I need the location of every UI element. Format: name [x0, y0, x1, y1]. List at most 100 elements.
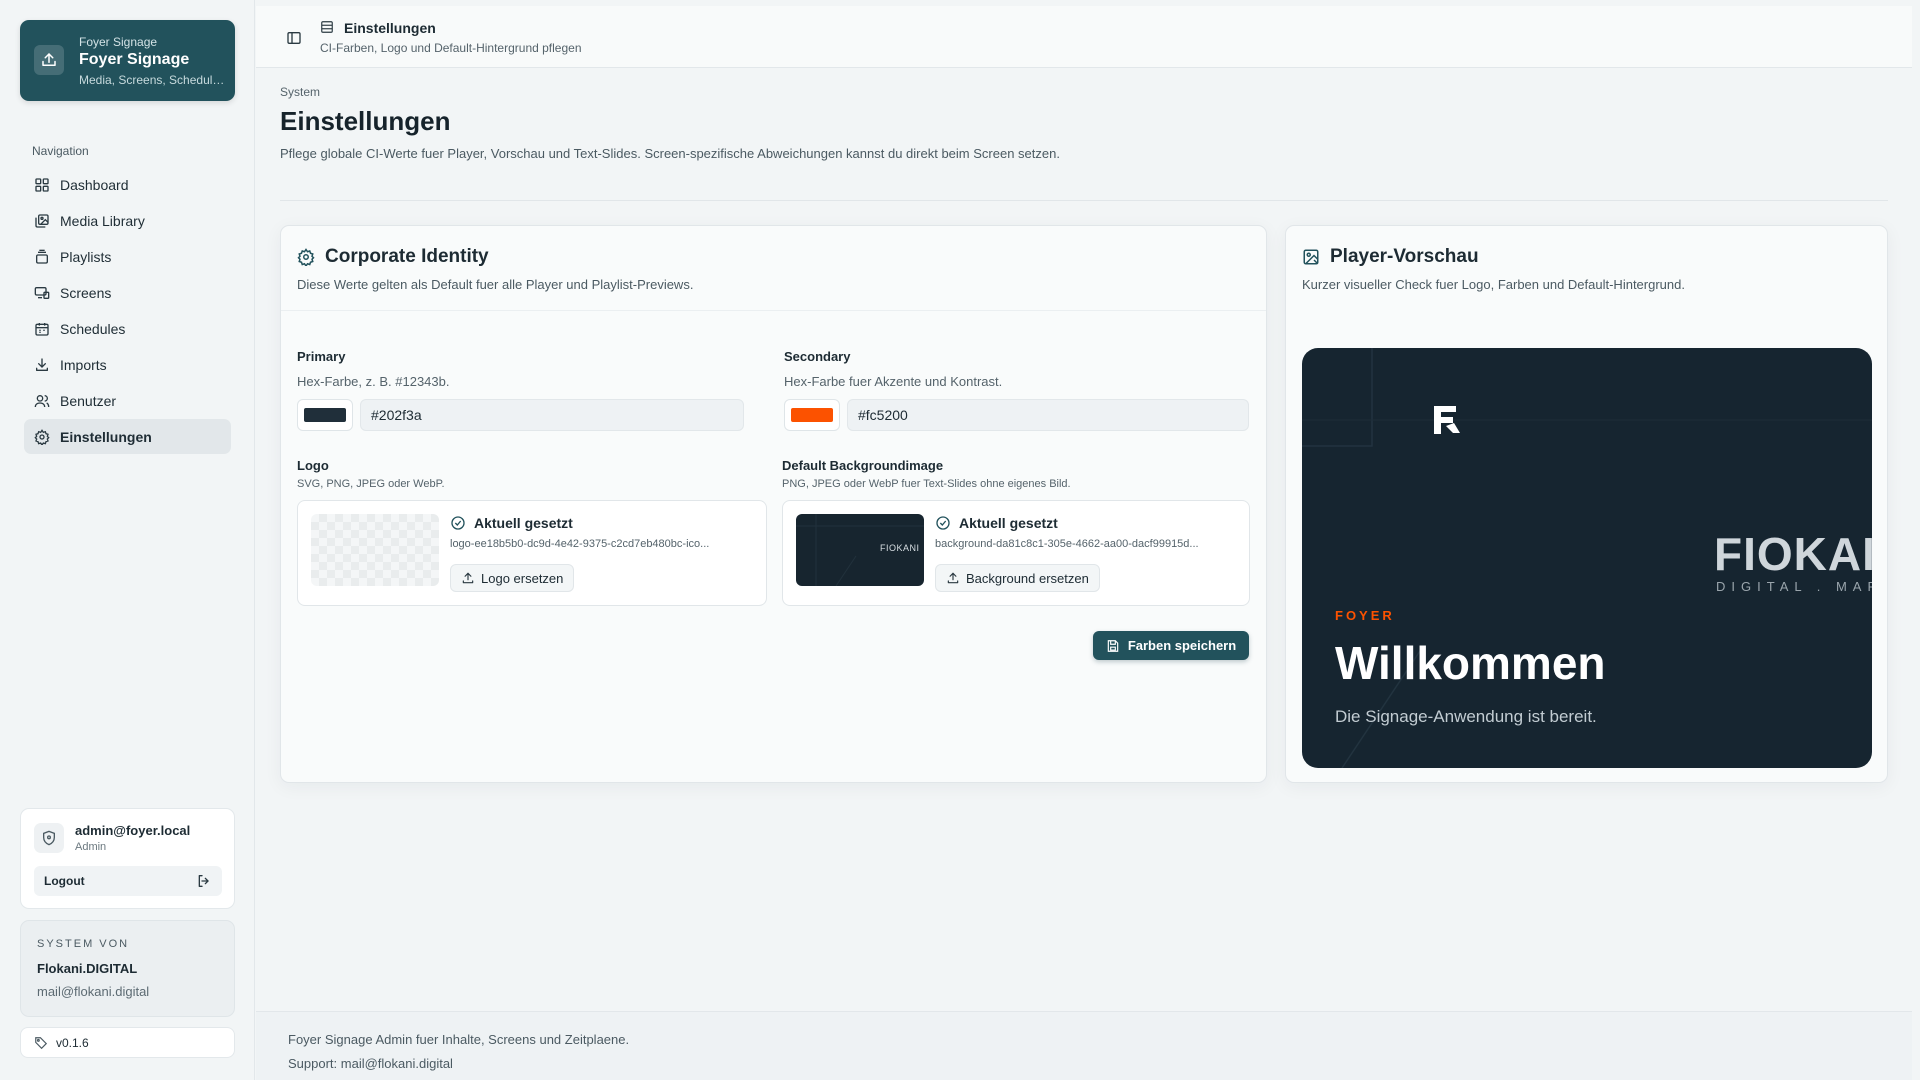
playlists-icon [36, 249, 48, 264]
dashboard-icon [35, 177, 49, 192]
tag-icon [35, 1036, 48, 1049]
primary-label: Primary [297, 349, 346, 364]
sidebar-item-label: Schedules [60, 320, 126, 337]
sidebar-item-label: Dashboard [60, 176, 129, 193]
preview-brand-tag: DIGITAL . MARK [1716, 579, 1872, 594]
brand-subtitle: Media, Screens, Schedul… [79, 73, 225, 87]
imports-icon [36, 357, 48, 371]
schedules-icon [35, 322, 49, 336]
footer-text: Foyer Signage Admin fuer Inhalte, Screen… [288, 1032, 630, 1047]
preview-title: Player-Vorschau [1330, 246, 1479, 267]
replace-background-label: Background ersetzen [966, 570, 1089, 586]
save-colors-label: Farben speichern [1127, 638, 1237, 653]
secondary-label: Secondary [784, 349, 851, 364]
brand-title: Foyer Signage [79, 51, 190, 68]
users-icon [34, 394, 50, 407]
check-circle-icon [451, 516, 465, 530]
player-preview-stage: FIOKAI DIGITAL . MARK FOYER Willkommen D… [1302, 348, 1872, 768]
divider [281, 310, 1266, 311]
logout-button[interactable]: Logout [34, 866, 222, 896]
background-thumbnail: FIOKANI [796, 514, 924, 586]
system-card: SYSTEM VON Flokani.DIGITAL mail@flokani.… [20, 920, 235, 1017]
media-library-icon [35, 213, 49, 228]
background-hint: PNG, JPEG oder WebP fuer Text-Slides ohn… [782, 478, 1071, 490]
save-colors-button[interactable]: Farben speichern [1093, 631, 1249, 660]
system-label: SYSTEM VON [37, 938, 130, 950]
system-mail[interactable]: mail@flokani.digital [37, 984, 149, 999]
save-icon [1107, 639, 1119, 652]
corporate-identity-card: Corporate Identity Diese Werte gelten al… [280, 225, 1267, 783]
logo-label: Logo [297, 458, 329, 473]
logo-file-name: logo-ee18b5b0-dc9d-4e42-9375-c2cd7eb480b… [450, 538, 710, 550]
logo-upload-box: Aktuell gesetzt logo-ee18b5b0-dc9d-4e42-… [297, 500, 767, 606]
preview-headline: Willkommen [1335, 637, 1606, 689]
footer: Foyer Signage Admin fuer Inhalte, Screen… [256, 1011, 1912, 1080]
gear-icon [297, 248, 315, 266]
sidebar-toggle-icon[interactable] [286, 30, 302, 51]
replace-logo-label: Logo ersetzen [481, 570, 564, 586]
system-company: Flokani.DIGITAL [37, 961, 138, 976]
sidebar-item-imports[interactable]: Imports [24, 347, 231, 382]
shield-icon [34, 823, 64, 853]
user-email: admin@foyer.local [75, 823, 191, 838]
secondary-hint: Hex-Farbe fuer Akzente und Kontrast. [784, 374, 1003, 389]
preview-brand-word: FIOKAI [1714, 528, 1872, 580]
divider [280, 200, 1888, 201]
logout-icon [198, 875, 209, 887]
sidebar-item-media-library[interactable]: Media Library [24, 203, 231, 238]
replace-logo-button[interactable]: Logo ersetzen [450, 564, 575, 592]
logout-label: Logout [44, 874, 85, 888]
upload-icon [947, 572, 959, 584]
player-preview-card: Player-Vorschau Kurzer visueller Check f… [1285, 225, 1888, 783]
footer-support[interactable]: Support: mail@flokani.digital [288, 1056, 453, 1071]
sidebar-nav: Dashboard Media Library Playlists Screen… [24, 167, 231, 455]
brand-overline: Foyer Signage [79, 35, 158, 49]
panel-icon [320, 20, 334, 39]
page-title: Einstellungen [280, 106, 451, 136]
sidebar-item-einstellungen[interactable]: Einstellungen [24, 419, 231, 454]
preview-description: Kurzer visueller Check fuer Logo, Farben… [1302, 277, 1685, 292]
background-label: Default Backgroundimage [782, 458, 944, 473]
primary-swatch [304, 408, 346, 422]
preview-brand-block: FIOKAI DIGITAL . MARK [1714, 531, 1872, 594]
primary-hint: Hex-Farbe, z. B. #12343b. [297, 374, 450, 389]
topbar: Einstellungen CI-Farben, Logo und Defaul… [256, 6, 1912, 68]
brand-card[interactable]: Foyer Signage Foyer Signage Media, Scree… [20, 20, 235, 101]
upload-icon [462, 572, 474, 584]
sidebar-item-playlists[interactable]: Playlists [24, 239, 231, 274]
primary-color-picker[interactable] [297, 399, 353, 431]
preview-subline: Die Signage-Anwendung ist bereit. [1335, 707, 1597, 726]
version-text: v0.1.6 [56, 1035, 89, 1050]
logo-hint: SVG, PNG, JPEG oder WebP. [297, 478, 445, 490]
sidebar-item-label: Playlists [60, 248, 112, 265]
upload-monitor-icon [34, 45, 64, 75]
primary-hex-input[interactable] [360, 399, 744, 431]
sidebar-item-label: Media Library [60, 212, 145, 229]
ci-description: Diese Werte gelten als Default fuer alle… [297, 277, 694, 292]
ci-title: Corporate Identity [325, 246, 489, 267]
sidebar-item-benutzer[interactable]: Benutzer [24, 383, 231, 418]
sidebar: Foyer Signage Foyer Signage Media, Scree… [0, 0, 255, 1080]
secondary-swatch [791, 408, 833, 422]
sidebar-item-label: Benutzer [60, 392, 117, 409]
user-role: Admin [75, 841, 107, 853]
topbar-title: Einstellungen [344, 20, 436, 36]
background-thumb-text: FIOKANI [880, 543, 920, 553]
brand-logo-icon [1432, 404, 1462, 441]
sidebar-item-dashboard[interactable]: Dashboard [24, 167, 231, 202]
image-preview-icon [1303, 249, 1319, 265]
check-circle-icon [936, 516, 950, 530]
logo-thumbnail [311, 514, 439, 586]
background-status: Aktuell gesetzt [959, 515, 1058, 531]
screens-icon [34, 286, 50, 299]
replace-background-button[interactable]: Background ersetzen [935, 564, 1100, 592]
sidebar-item-label: Imports [60, 356, 107, 373]
sidebar-item-label: Screens [60, 284, 112, 301]
version-badge: v0.1.6 [20, 1027, 235, 1058]
secondary-hex-input[interactable] [847, 399, 1249, 431]
sidebar-item-screens[interactable]: Screens [24, 275, 231, 310]
background-file-name: background-da81c8c1-305e-4662-aa00-dacf9… [935, 538, 1199, 550]
sidebar-item-schedules[interactable]: Schedules [24, 311, 231, 346]
user-card: admin@foyer.local Admin Logout [20, 808, 235, 909]
secondary-color-picker[interactable] [784, 399, 840, 431]
